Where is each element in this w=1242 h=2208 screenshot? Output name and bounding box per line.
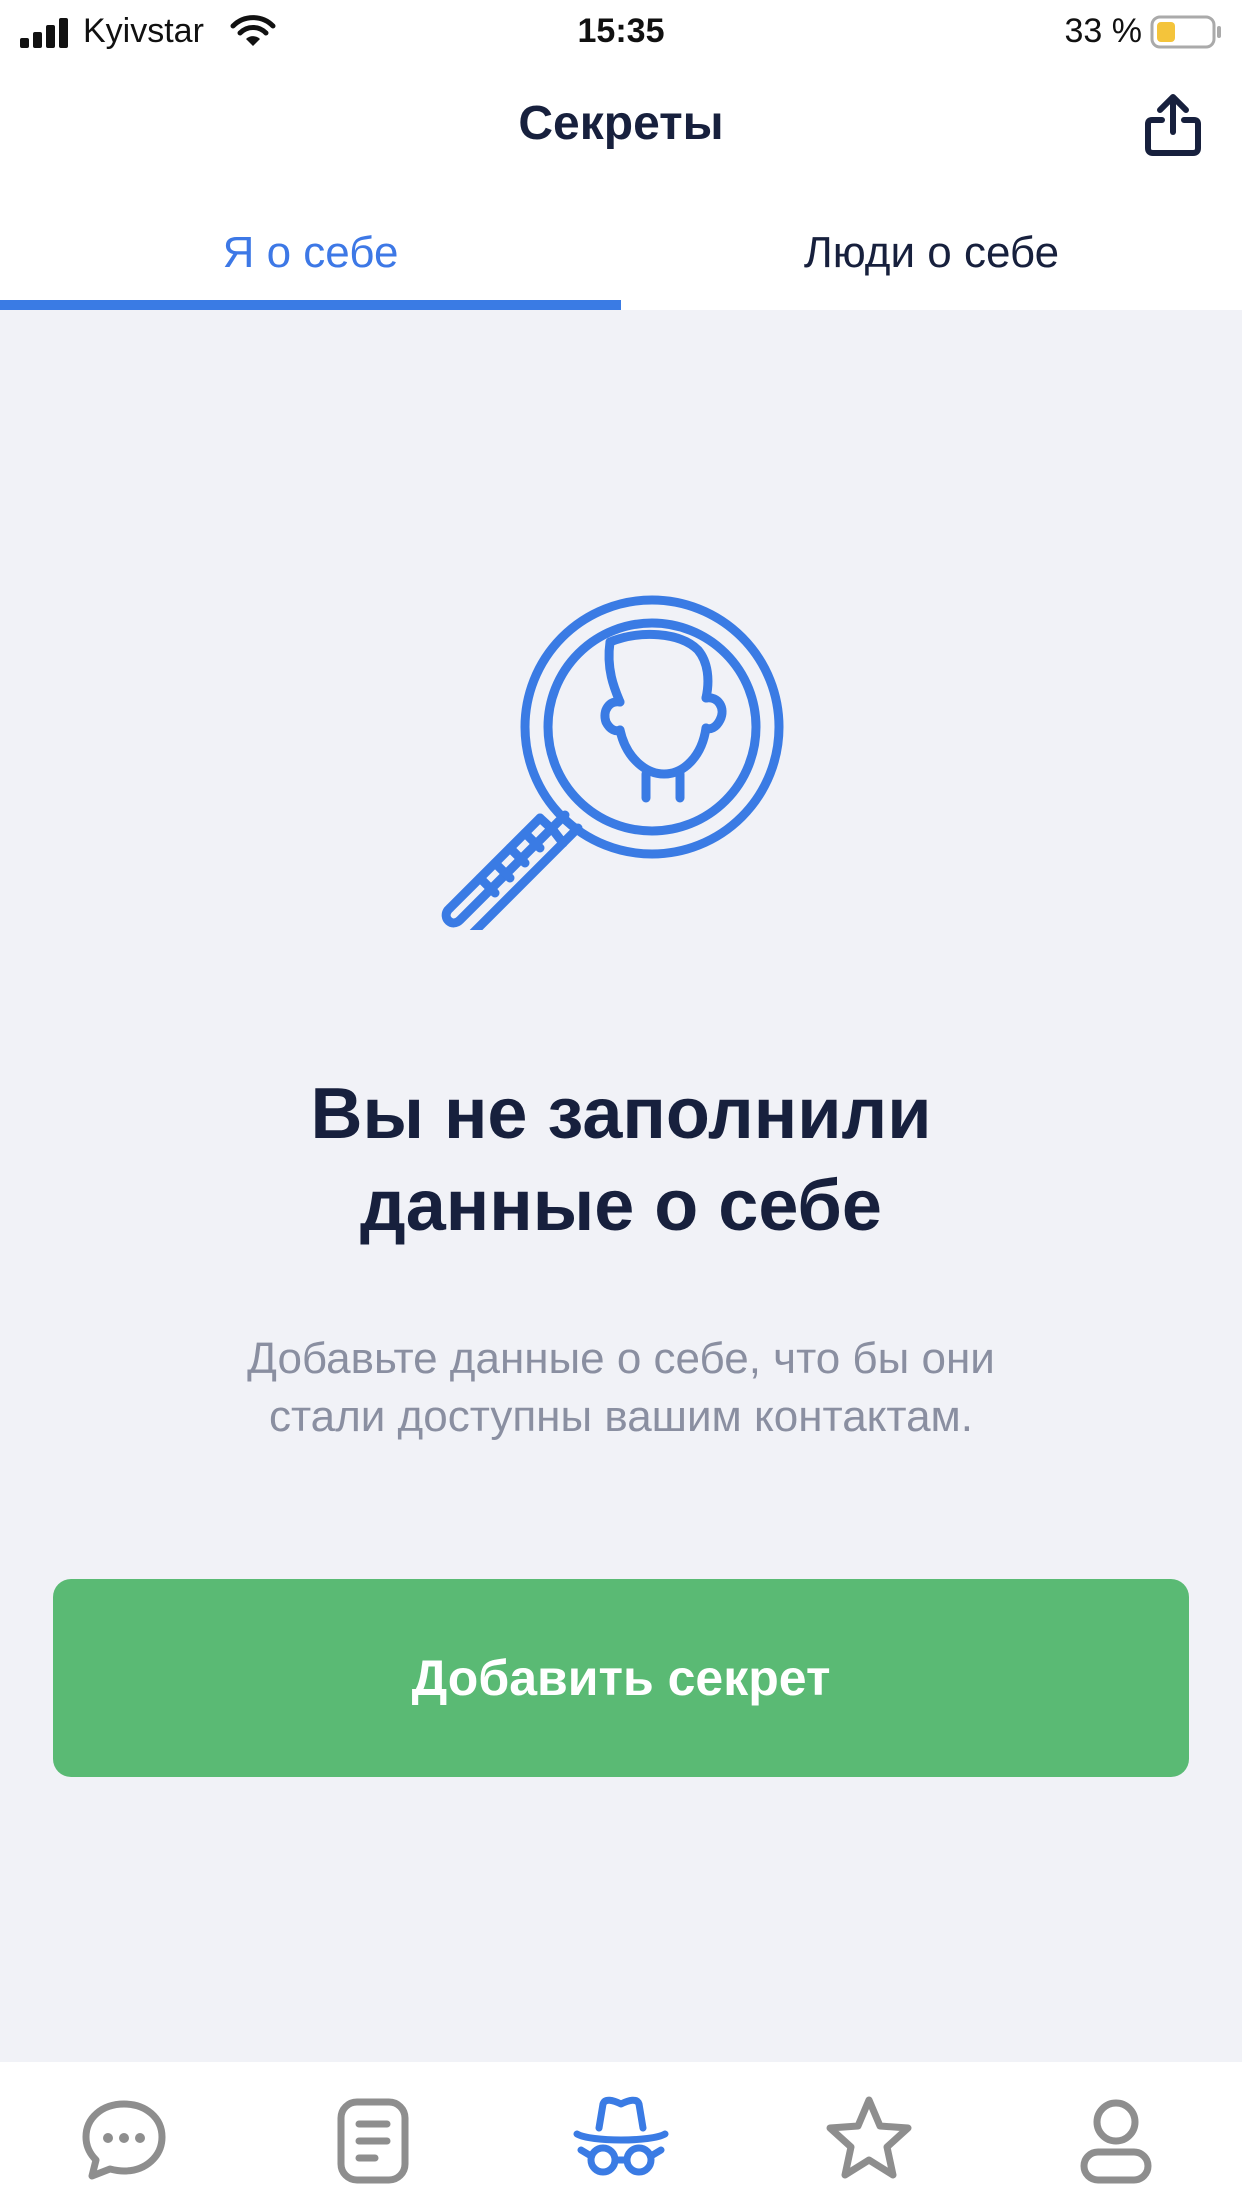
empty-state-description: Добавьте данные о себе, что бы они стали… xyxy=(0,1330,1242,1446)
status-bar: Kyivstar 15:35 33 % xyxy=(0,0,1242,66)
profile-icon xyxy=(1080,2099,1152,2184)
clock: 15:35 xyxy=(577,12,665,50)
magnifier-person-icon xyxy=(441,595,784,930)
empty-state-headline: Вы не заполнили данные о себе xyxy=(0,1068,1242,1252)
battery-percent: 33 % xyxy=(1064,12,1143,50)
headline-line-1: Вы не заполнили xyxy=(310,1074,932,1154)
chat-icon xyxy=(82,2100,166,2180)
add-secret-button[interactable]: Добавить секрет xyxy=(53,1579,1189,1777)
share-icon xyxy=(1145,94,1201,156)
bottom-tab-bar xyxy=(0,2062,1242,2208)
tab-bar-chat[interactable] xyxy=(74,2090,174,2190)
active-tab-indicator xyxy=(0,300,621,310)
description-line-1: Добавьте данные о себе, что бы они xyxy=(247,1334,995,1383)
nav-header: Секреты xyxy=(0,66,1242,188)
segment-tabs: Я о себе Люди о себе xyxy=(0,188,1242,310)
page-title: Секреты xyxy=(518,97,724,150)
tab-bar-favorites[interactable] xyxy=(819,2090,919,2190)
share-button[interactable] xyxy=(1138,90,1208,160)
tab-bar-notes[interactable] xyxy=(323,2090,423,2190)
tab-about-me[interactable]: Я о себе xyxy=(0,188,621,310)
tab-people-about-themselves[interactable]: Люди о себе xyxy=(621,188,1242,310)
tab-bar-secrets[interactable] xyxy=(571,2090,671,2190)
headline-line-2: данные о себе xyxy=(360,1166,882,1246)
tab-bar-profile[interactable] xyxy=(1066,2090,1166,2190)
secrets-spy-icon xyxy=(573,2096,669,2176)
star-icon xyxy=(826,2096,912,2179)
description-line-2: стали доступны вашим контактам. xyxy=(268,1392,974,1441)
battery-icon xyxy=(1150,15,1221,49)
notes-icon xyxy=(337,2098,409,2184)
